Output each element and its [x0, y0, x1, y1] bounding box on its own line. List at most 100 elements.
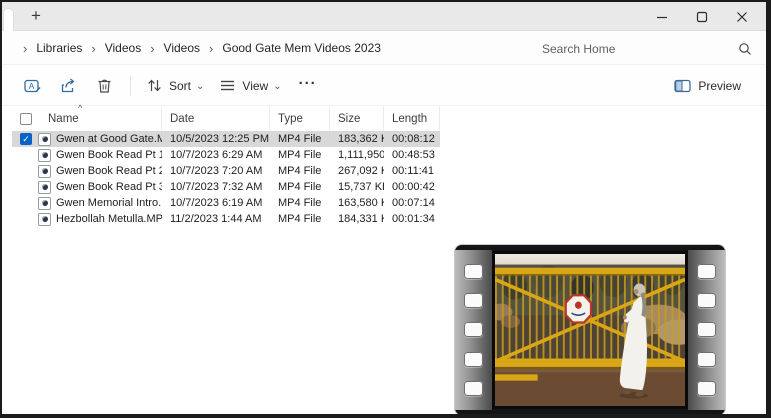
toolbar-divider — [130, 76, 131, 96]
column-header-date[interactable]: Date — [162, 106, 270, 131]
close-icon — [736, 11, 748, 23]
file-name: Gwen Memorial Intro.MP4 — [56, 197, 162, 209]
file-type: MP4 File — [270, 181, 330, 193]
rename-button[interactable]: A — [14, 71, 50, 101]
file-name: Gwen Book Read Pt 3.MP4 — [56, 181, 162, 193]
file-type: MP4 File — [270, 149, 330, 161]
chevron-right-icon: › — [82, 41, 104, 56]
sort-arrows-icon — [147, 78, 162, 93]
table-row[interactable]: Gwen Book Read Pt 3.MP4 10/7/2023 7:32 A… — [12, 179, 440, 195]
breadcrumb-item-videos[interactable]: Videos — [105, 41, 141, 55]
file-size: 184,331 KB — [330, 213, 384, 225]
sprocket-hole — [464, 381, 483, 396]
file-type: MP4 File — [270, 133, 330, 145]
active-tab-fragment[interactable] — [3, 8, 14, 31]
preview-button[interactable]: Preview — [666, 71, 754, 101]
chevron-right-icon: › — [200, 41, 222, 56]
more-options-icon: ··· — [299, 75, 317, 92]
mp4-file-icon — [38, 181, 51, 194]
rename-icon: A — [24, 78, 41, 94]
delete-button[interactable] — [86, 71, 122, 101]
new-tab-button[interactable]: + — [24, 4, 48, 28]
table-row[interactable]: ✓ Gwen at Good Gate.MP4 10/5/2023 12:25 … — [12, 131, 440, 147]
file-length: 00:01:34 — [384, 213, 440, 225]
sprocket-hole — [697, 322, 716, 337]
file-explorer-window: + › Libraries › Videos › Videos › Good G… — [0, 0, 771, 418]
chevron-right-icon: › — [14, 41, 36, 56]
share-button[interactable] — [50, 71, 86, 101]
tab-bar: + — [2, 2, 766, 31]
file-list: Name ^ Date Type Size Length ✓ Gwen at G… — [12, 106, 440, 227]
chevron-down-icon: ⌄ — [196, 81, 204, 92]
svg-text:A: A — [28, 81, 34, 91]
column-label: Length — [392, 113, 427, 125]
sort-button[interactable]: Sort ⌄ — [139, 71, 212, 101]
minimize-icon — [656, 11, 668, 23]
minimize-button[interactable] — [642, 2, 682, 31]
window-controls — [642, 2, 762, 31]
close-button[interactable] — [722, 2, 762, 31]
file-size: 267,092 KB — [330, 165, 384, 177]
mp4-file-icon — [38, 197, 51, 210]
command-toolbar: A Sort ⌄ — [2, 66, 766, 106]
table-row[interactable]: Gwen Memorial Intro.MP4 10/7/2023 6:19 A… — [12, 195, 440, 211]
table-row[interactable]: Gwen Book Read Pt 1.MP4 10/7/2023 6:29 A… — [12, 147, 440, 163]
sprocket-hole — [464, 322, 483, 337]
file-length: 00:00:42 — [384, 181, 440, 193]
breadcrumb-item-libraries[interactable]: Libraries — [36, 41, 82, 55]
file-length: 00:11:41 — [384, 165, 440, 177]
video-preview-filmstrip — [455, 245, 725, 415]
view-label: View — [242, 79, 268, 93]
row-checkbox[interactable]: ✓ — [20, 133, 32, 145]
search-input[interactable] — [526, 41, 732, 57]
column-label: Size — [338, 113, 360, 125]
maximize-button[interactable] — [682, 2, 722, 31]
file-type: MP4 File — [270, 165, 330, 177]
select-all-checkbox[interactable] — [20, 113, 32, 125]
file-length: 00:48:53 — [384, 149, 440, 161]
sort-ascending-icon: ^ — [78, 103, 82, 113]
file-date: 10/7/2023 6:29 AM — [162, 149, 270, 161]
video-frame-thumbnail — [492, 251, 688, 409]
view-list-icon — [220, 79, 235, 92]
filmstrip-sprocket-column — [455, 250, 492, 410]
table-row[interactable]: Gwen Book Read Pt 2.MP4 10/7/2023 7:20 A… — [12, 163, 440, 179]
file-size: 1,111,950 KB — [330, 149, 384, 161]
file-date: 11/2/2023 1:44 AM — [162, 213, 270, 225]
file-date: 10/5/2023 12:25 PM — [162, 133, 270, 145]
file-date: 10/7/2023 7:32 AM — [162, 181, 270, 193]
more-options-button[interactable]: ··· — [290, 71, 326, 101]
file-type: MP4 File — [270, 213, 330, 225]
file-name: Hezbollah Metulla.MP4 — [56, 213, 162, 225]
mp4-file-icon — [38, 149, 51, 162]
file-length: 00:07:14 — [384, 197, 440, 209]
file-name: Gwen Book Read Pt 2.MP4 — [56, 165, 162, 177]
file-date: 10/7/2023 6:19 AM — [162, 197, 270, 209]
search-icon[interactable] — [732, 42, 758, 56]
file-size: 15,737 KB — [330, 181, 384, 193]
column-header-length[interactable]: Length — [384, 106, 440, 131]
share-icon — [60, 78, 77, 94]
column-label: Type — [278, 113, 303, 125]
column-label: Name — [48, 113, 79, 125]
file-length: 00:08:12 — [384, 133, 440, 145]
column-headers: Name ^ Date Type Size Length — [12, 106, 440, 131]
sprocket-hole — [464, 352, 483, 367]
file-date: 10/7/2023 7:20 AM — [162, 165, 270, 177]
file-size: 163,580 KB — [330, 197, 384, 209]
breadcrumb-item-current-folder[interactable]: Good Gate Mem Videos 2023 — [222, 41, 381, 55]
column-header-type[interactable]: Type — [270, 106, 330, 131]
trash-icon — [97, 78, 112, 94]
sort-label: Sort — [169, 79, 191, 93]
column-header-name[interactable]: Name ^ — [12, 106, 162, 131]
search-box — [526, 35, 758, 62]
column-label: Date — [170, 113, 194, 125]
sprocket-hole — [697, 293, 716, 308]
file-size: 183,362 KB — [330, 133, 384, 145]
breadcrumb-item-videos-2[interactable]: Videos — [164, 41, 200, 55]
file-name: Gwen at Good Gate.MP4 — [56, 133, 162, 145]
sprocket-hole — [697, 352, 716, 367]
column-header-size[interactable]: Size — [330, 106, 384, 131]
table-row[interactable]: Hezbollah Metulla.MP4 11/2/2023 1:44 AM … — [12, 211, 440, 227]
view-button[interactable]: View ⌄ — [212, 71, 289, 101]
